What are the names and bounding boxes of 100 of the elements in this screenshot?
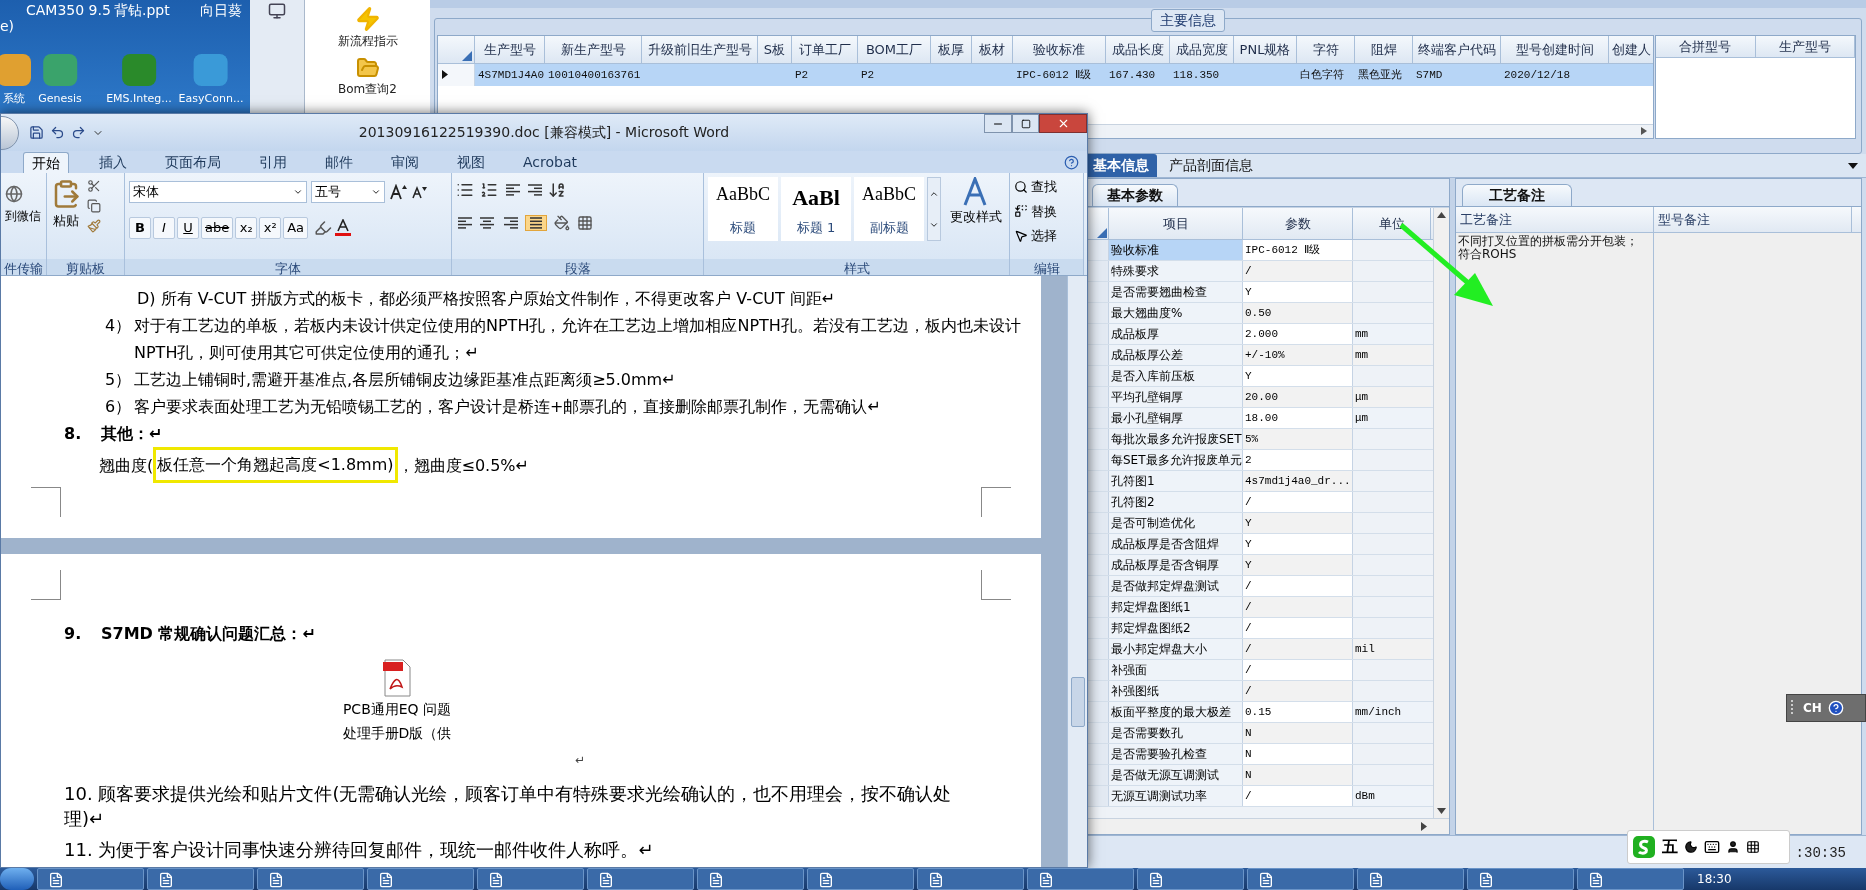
dropdown-caret-icon[interactable] [1848,163,1858,170]
align-center-icon[interactable] [479,216,495,230]
row-label[interactable]: 是否做邦定焊盘测试 [1109,576,1243,597]
launcher-item[interactable]: Bom查询2 [338,56,397,98]
sort-icon[interactable] [548,181,566,199]
taskbar-button[interactable] [257,868,364,890]
copy-icon[interactable] [87,199,101,213]
row-label[interactable]: 成品板厚 [1109,324,1243,345]
column-header[interactable]: PNL规格 [1234,35,1297,63]
share-button[interactable]: 到微信 [5,207,41,225]
format-button[interactable]: abe [201,217,234,239]
row-label[interactable]: 补强面 [1109,660,1243,681]
grow-font-icon[interactable] [389,184,407,200]
column-header[interactable]: 验收标准 [1013,35,1106,63]
cut-icon[interactable] [87,179,101,193]
column-header[interactable]: 生产型号 [475,35,545,63]
taskbar-button[interactable] [917,868,1024,890]
column-header[interactable]: 板材 [972,35,1013,63]
taskbar-button[interactable] [477,868,584,890]
multilevel-list-icon[interactable] [504,183,520,197]
tab[interactable]: 产品剖面信息 [1161,154,1261,178]
column-header[interactable]: 项目 [1109,208,1243,240]
taskbar-button[interactable] [807,868,914,890]
maximize-button[interactable] [1012,114,1039,133]
row-label[interactable]: 最小孔壁铜厚 [1109,408,1243,429]
column-header[interactable]: 订单工厂 [792,35,858,63]
column-header[interactable]: 板厚 [931,35,972,63]
editing-button[interactable]: 选择 [1014,226,1079,246]
down-arrow-icon[interactable] [1437,808,1446,815]
row-label[interactable]: 成品板厚公差 [1109,345,1243,366]
row-label[interactable]: 是否需要验孔检查 [1109,744,1243,765]
taskbar-button[interactable] [587,868,694,890]
style-gallery-item[interactable]: AaBbC 副标题 [854,177,924,241]
borders-icon[interactable] [577,215,593,231]
right-arrow-icon[interactable] [1421,822,1427,832]
format-button[interactable]: U [177,217,199,239]
column-header[interactable]: 终端客户代码 [1413,35,1501,63]
undo-icon[interactable] [50,125,65,140]
align-right-icon[interactable] [502,216,518,230]
column-header[interactable]: 参数 [1243,208,1353,240]
desktop-shortcut[interactable]: EasyConn... [178,54,244,106]
column-header[interactable]: 阻焊 [1355,35,1413,63]
format-button[interactable]: I [153,217,175,239]
column-header[interactable]: 升级前旧生产型号 [642,35,758,63]
numbering-icon[interactable] [480,181,498,199]
editing-button[interactable]: 查找 [1014,177,1079,197]
shading-icon[interactable] [554,215,570,231]
row-label[interactable]: 平均孔壁铜厚 [1109,387,1243,408]
minimize-button[interactable] [984,114,1012,133]
taskbar-button[interactable] [1577,868,1684,890]
style-gallery-item[interactable]: AaBbC 标题 [708,177,778,241]
taskbar-button[interactable] [1027,868,1134,890]
ribbon-tab[interactable]: 审阅 [383,152,427,173]
input-method-logo-icon[interactable] [1632,835,1656,859]
taskbar-button[interactable] [1357,868,1464,890]
taskbar-button[interactable] [367,868,474,890]
row-label[interactable]: 每SET最多允许报废单元 [1109,450,1243,471]
save-icon[interactable] [29,125,44,140]
row-label[interactable]: 孔符图2 [1109,492,1243,513]
user-icon[interactable] [1726,840,1740,854]
desktop-shortcut[interactable]: EMS.Integ... [106,54,172,106]
taskbar-button[interactable] [1247,868,1354,890]
format-button[interactable]: B [129,217,151,239]
paste-button[interactable]: 粘贴 [51,177,81,233]
tab[interactable]: 基本参数 [1092,184,1178,207]
font-color-icon[interactable] [334,219,353,237]
row-label[interactable]: 验收标准 [1109,240,1243,261]
row-label[interactable]: 是否需要数孔 [1109,723,1243,744]
scroll-thumb[interactable] [1070,677,1085,727]
ribbon-tab[interactable]: 邮件 [317,152,361,173]
ribbon-tab[interactable]: Acrobat [515,152,585,173]
taskbar-button[interactable] [147,868,254,890]
computer-icon[interactable] [266,2,288,20]
language-label[interactable]: CH [1803,699,1822,717]
notes-text-area[interactable]: 不同打叉位置的拼板需分开包装；符合ROHS [1456,233,1654,835]
start-button[interactable] [0,868,34,890]
table-row[interactable]: 4S7MD1J4A0 10010400163761 P2 P2 IPC-6012 Ⅱ级 167.430 118.350 白色字符 黑色亚光 S7MD 2020/12/18 [438,63,1653,86]
right-arrow-icon[interactable] [1641,127,1647,136]
ribbon-tab[interactable]: 插入 [91,152,135,173]
input-mode-label[interactable]: 五 [1662,835,1678,859]
font-name-dropdown[interactable]: 宋体 [129,181,307,203]
tab[interactable]: 工艺备注 [1462,184,1572,207]
row-label[interactable]: 是否可制造优化 [1109,513,1243,534]
ribbon-tab[interactable]: 页面布局 [157,152,229,173]
bullets-icon[interactable] [456,181,474,199]
row-label[interactable]: 补强图纸 [1109,681,1243,702]
column-header[interactable]: 成品宽度 [1170,35,1234,63]
column-header[interactable]: 型号备注 [1654,207,1852,233]
help-icon[interactable] [1064,155,1079,170]
row-label[interactable]: 成品板厚是否含铜厚 [1109,555,1243,576]
row-label[interactable]: 无源互调测试功率 [1109,786,1243,807]
column-header[interactable]: S板 [758,35,792,63]
row-label[interactable]: 成品板厚是否含阻焊 [1109,534,1243,555]
taskbar-button[interactable] [697,868,804,890]
taskbar-button[interactable] [37,868,144,890]
format-button[interactable]: x₂ [235,217,258,239]
desktop-shortcut[interactable]: Genesis [38,54,82,106]
embedded-pdf[interactable]: PCB通用EQ 问题 处理手册D版（供 [317,659,477,745]
row-label[interactable]: 板面平整度的最大极差 [1109,702,1243,723]
change-styles-button[interactable]: 更改样式 [950,177,1002,227]
